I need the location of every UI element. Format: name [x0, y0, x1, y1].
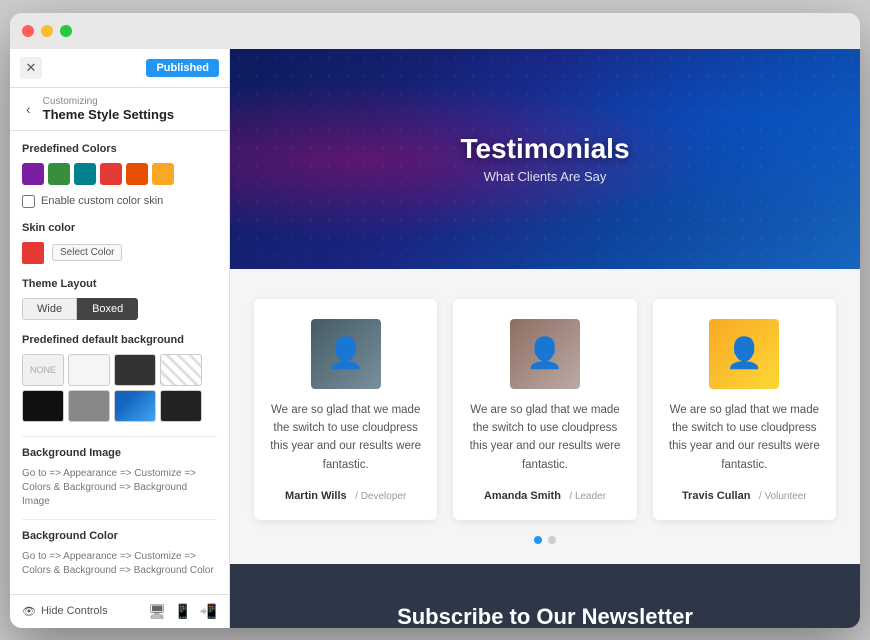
testimonials-grid: We are so glad that we made the switch t… — [254, 299, 836, 521]
predefined-colors-title: Predefined Colors — [22, 143, 217, 155]
hero-title: Testimonials — [460, 133, 629, 165]
swatch-red[interactable] — [100, 163, 122, 185]
testimonial-author-row-3: Travis Cullan / Volunteer — [682, 486, 807, 504]
carousel-dots — [254, 536, 836, 544]
window-body: ✕ Published ‹ Customizing Theme Style Se… — [10, 49, 860, 628]
hero-text: Testimonials What Clients Are Say — [460, 133, 629, 184]
theme-layout-title: Theme Layout — [22, 278, 217, 290]
bg-swatch-black[interactable] — [22, 390, 64, 422]
testimonial-role-3: / Volunteer — [759, 491, 807, 502]
bg-swatch-diagonal[interactable] — [160, 354, 202, 386]
sidebar: ✕ Published ‹ Customizing Theme Style Se… — [10, 49, 230, 628]
bg-swatch-dark2[interactable] — [160, 390, 202, 422]
bg-swatch-none[interactable]: NONE — [22, 354, 64, 386]
app-window: ✕ Published ‹ Customizing Theme Style Se… — [10, 13, 860, 628]
testimonials-section: We are so glad that we made the switch t… — [230, 269, 860, 565]
background-swatches: NONE — [22, 354, 217, 422]
mobile-icon[interactable]: 📲 — [200, 603, 217, 620]
newsletter-section: Subscribe to Our Newsletter Sign Up Now … — [230, 564, 860, 627]
dot-2[interactable] — [548, 536, 556, 544]
sidebar-top-bar: ✕ Published — [10, 49, 229, 88]
hero-subtitle: What Clients Are Say — [460, 169, 629, 184]
testimonial-card-2: We are so glad that we made the switch t… — [453, 299, 636, 521]
predefined-colors-swatches — [22, 163, 217, 185]
hide-controls-label: Hide Controls — [41, 605, 108, 617]
layout-boxed-button[interactable]: Boxed — [77, 298, 138, 320]
sidebar-close-button[interactable]: ✕ — [20, 57, 42, 79]
close-traffic-light[interactable] — [22, 25, 34, 37]
testimonial-name-3: Travis Cullan — [682, 490, 750, 502]
skin-color-row: Select Color — [22, 242, 217, 264]
back-button[interactable]: ‹ — [22, 99, 35, 119]
dot-1[interactable] — [534, 536, 542, 544]
avatar-martin — [311, 319, 381, 389]
custom-skin-label: Enable custom color skin — [41, 195, 163, 207]
eye-icon: 👁 — [22, 605, 36, 618]
background-image-text: Go to => Appearance => Customize => Colo… — [22, 467, 217, 509]
footer-icons: 🖥 📱 📲 — [148, 603, 217, 620]
swatch-purple[interactable] — [22, 163, 44, 185]
hero-section: Testimonials What Clients Are Say — [230, 49, 860, 269]
testimonial-text-2: We are so glad that we made the switch t… — [469, 401, 620, 475]
newsletter-title: Subscribe to Our Newsletter — [254, 604, 836, 627]
bg-swatch-white[interactable] — [68, 354, 110, 386]
testimonial-role-2: / Leader — [569, 491, 606, 502]
background-color-title: Background Color — [22, 530, 217, 542]
layout-wide-button[interactable]: Wide — [22, 298, 77, 320]
testimonial-text-3: We are so glad that we made the switch t… — [669, 401, 820, 475]
custom-skin-checkbox[interactable] — [22, 195, 35, 208]
testimonial-author-row-1: Martin Wills / Developer — [285, 486, 406, 504]
bg-swatch-dark[interactable] — [114, 354, 156, 386]
nav-sub-label: Customizing — [43, 96, 174, 107]
swatch-orange[interactable] — [126, 163, 148, 185]
testimonial-author-row-2: Amanda Smith / Leader — [484, 486, 606, 504]
layout-buttons: Wide Boxed — [22, 298, 217, 320]
nav-title-label: Theme Style Settings — [43, 107, 174, 122]
testimonial-role-1: / Developer — [355, 491, 406, 502]
predefined-bg-title: Predefined default background — [22, 334, 217, 346]
divider2 — [22, 519, 217, 520]
sidebar-footer: 👁 Hide Controls 🖥 📱 📲 — [10, 594, 229, 628]
desktop-icon[interactable]: 🖥 — [148, 603, 166, 620]
background-image-title: Background Image — [22, 447, 217, 459]
testimonial-card-3: We are so glad that we made the switch t… — [653, 299, 836, 521]
swatch-yellow[interactable] — [152, 163, 174, 185]
back-icon: ‹ — [26, 101, 31, 117]
skin-color-swatch[interactable] — [22, 242, 44, 264]
skin-color-title: Skin color — [22, 222, 217, 234]
sidebar-nav: ‹ Customizing Theme Style Settings — [10, 88, 229, 131]
testimonial-name-2: Amanda Smith — [484, 490, 561, 502]
custom-skin-row: Enable custom color skin — [22, 195, 217, 208]
divider — [22, 436, 217, 437]
hide-controls-button[interactable]: 👁 Hide Controls — [22, 605, 108, 618]
swatch-green[interactable] — [48, 163, 70, 185]
sidebar-content: Predefined Colors Enable custom color sk… — [10, 131, 229, 594]
testimonial-text-1: We are so glad that we made the switch t… — [270, 401, 421, 475]
nav-labels: Customizing Theme Style Settings — [43, 96, 174, 122]
title-bar — [10, 13, 860, 49]
avatar-travis — [709, 319, 779, 389]
maximize-traffic-light[interactable] — [60, 25, 72, 37]
avatar-amanda — [510, 319, 580, 389]
close-icon: ✕ — [26, 60, 37, 76]
swatch-teal[interactable] — [74, 163, 96, 185]
testimonial-name-1: Martin Wills — [285, 490, 347, 502]
tablet-icon[interactable]: 📱 — [174, 603, 191, 620]
select-color-button[interactable]: Select Color — [52, 244, 122, 261]
main-preview: Testimonials What Clients Are Say We are… — [230, 49, 860, 628]
background-color-text: Go to => Appearance => Customize => Colo… — [22, 550, 217, 578]
testimonial-card-1: We are so glad that we made the switch t… — [254, 299, 437, 521]
published-badge: Published — [146, 59, 219, 77]
minimize-traffic-light[interactable] — [41, 25, 53, 37]
bg-swatch-image[interactable] — [114, 390, 156, 422]
bg-swatch-medium[interactable] — [68, 390, 110, 422]
